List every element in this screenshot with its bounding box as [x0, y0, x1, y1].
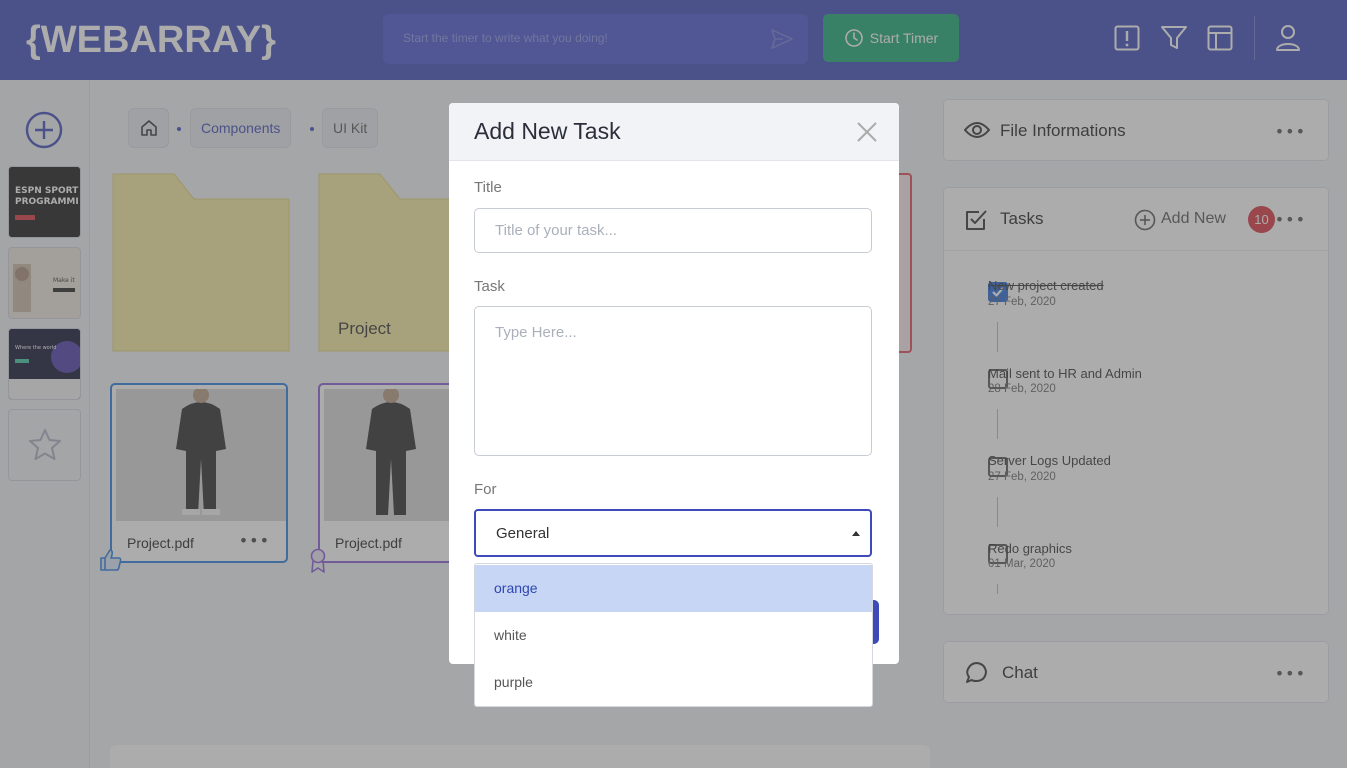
task-placeholder: Type Here... — [495, 324, 577, 341]
close-icon[interactable] — [852, 117, 882, 147]
title-label: Title — [474, 179, 502, 196]
task-label: Task — [474, 278, 505, 295]
dropdown-option[interactable]: purple — [475, 659, 872, 706]
modal-header: Add New Task — [449, 103, 899, 161]
title-input[interactable]: Title of your task... — [474, 208, 872, 253]
for-select[interactable]: General — [474, 509, 872, 557]
title-placeholder: Title of your task... — [495, 222, 617, 239]
for-dropdown-menu: orange white purple — [474, 563, 873, 707]
task-textarea[interactable]: Type Here... — [474, 306, 872, 456]
modal-title: Add New Task — [474, 118, 621, 144]
caret-up-icon — [852, 531, 860, 536]
for-select-value: General — [496, 525, 550, 542]
dropdown-option[interactable]: white — [475, 612, 872, 659]
for-label: For — [474, 481, 497, 498]
dropdown-option[interactable]: orange — [475, 565, 872, 612]
